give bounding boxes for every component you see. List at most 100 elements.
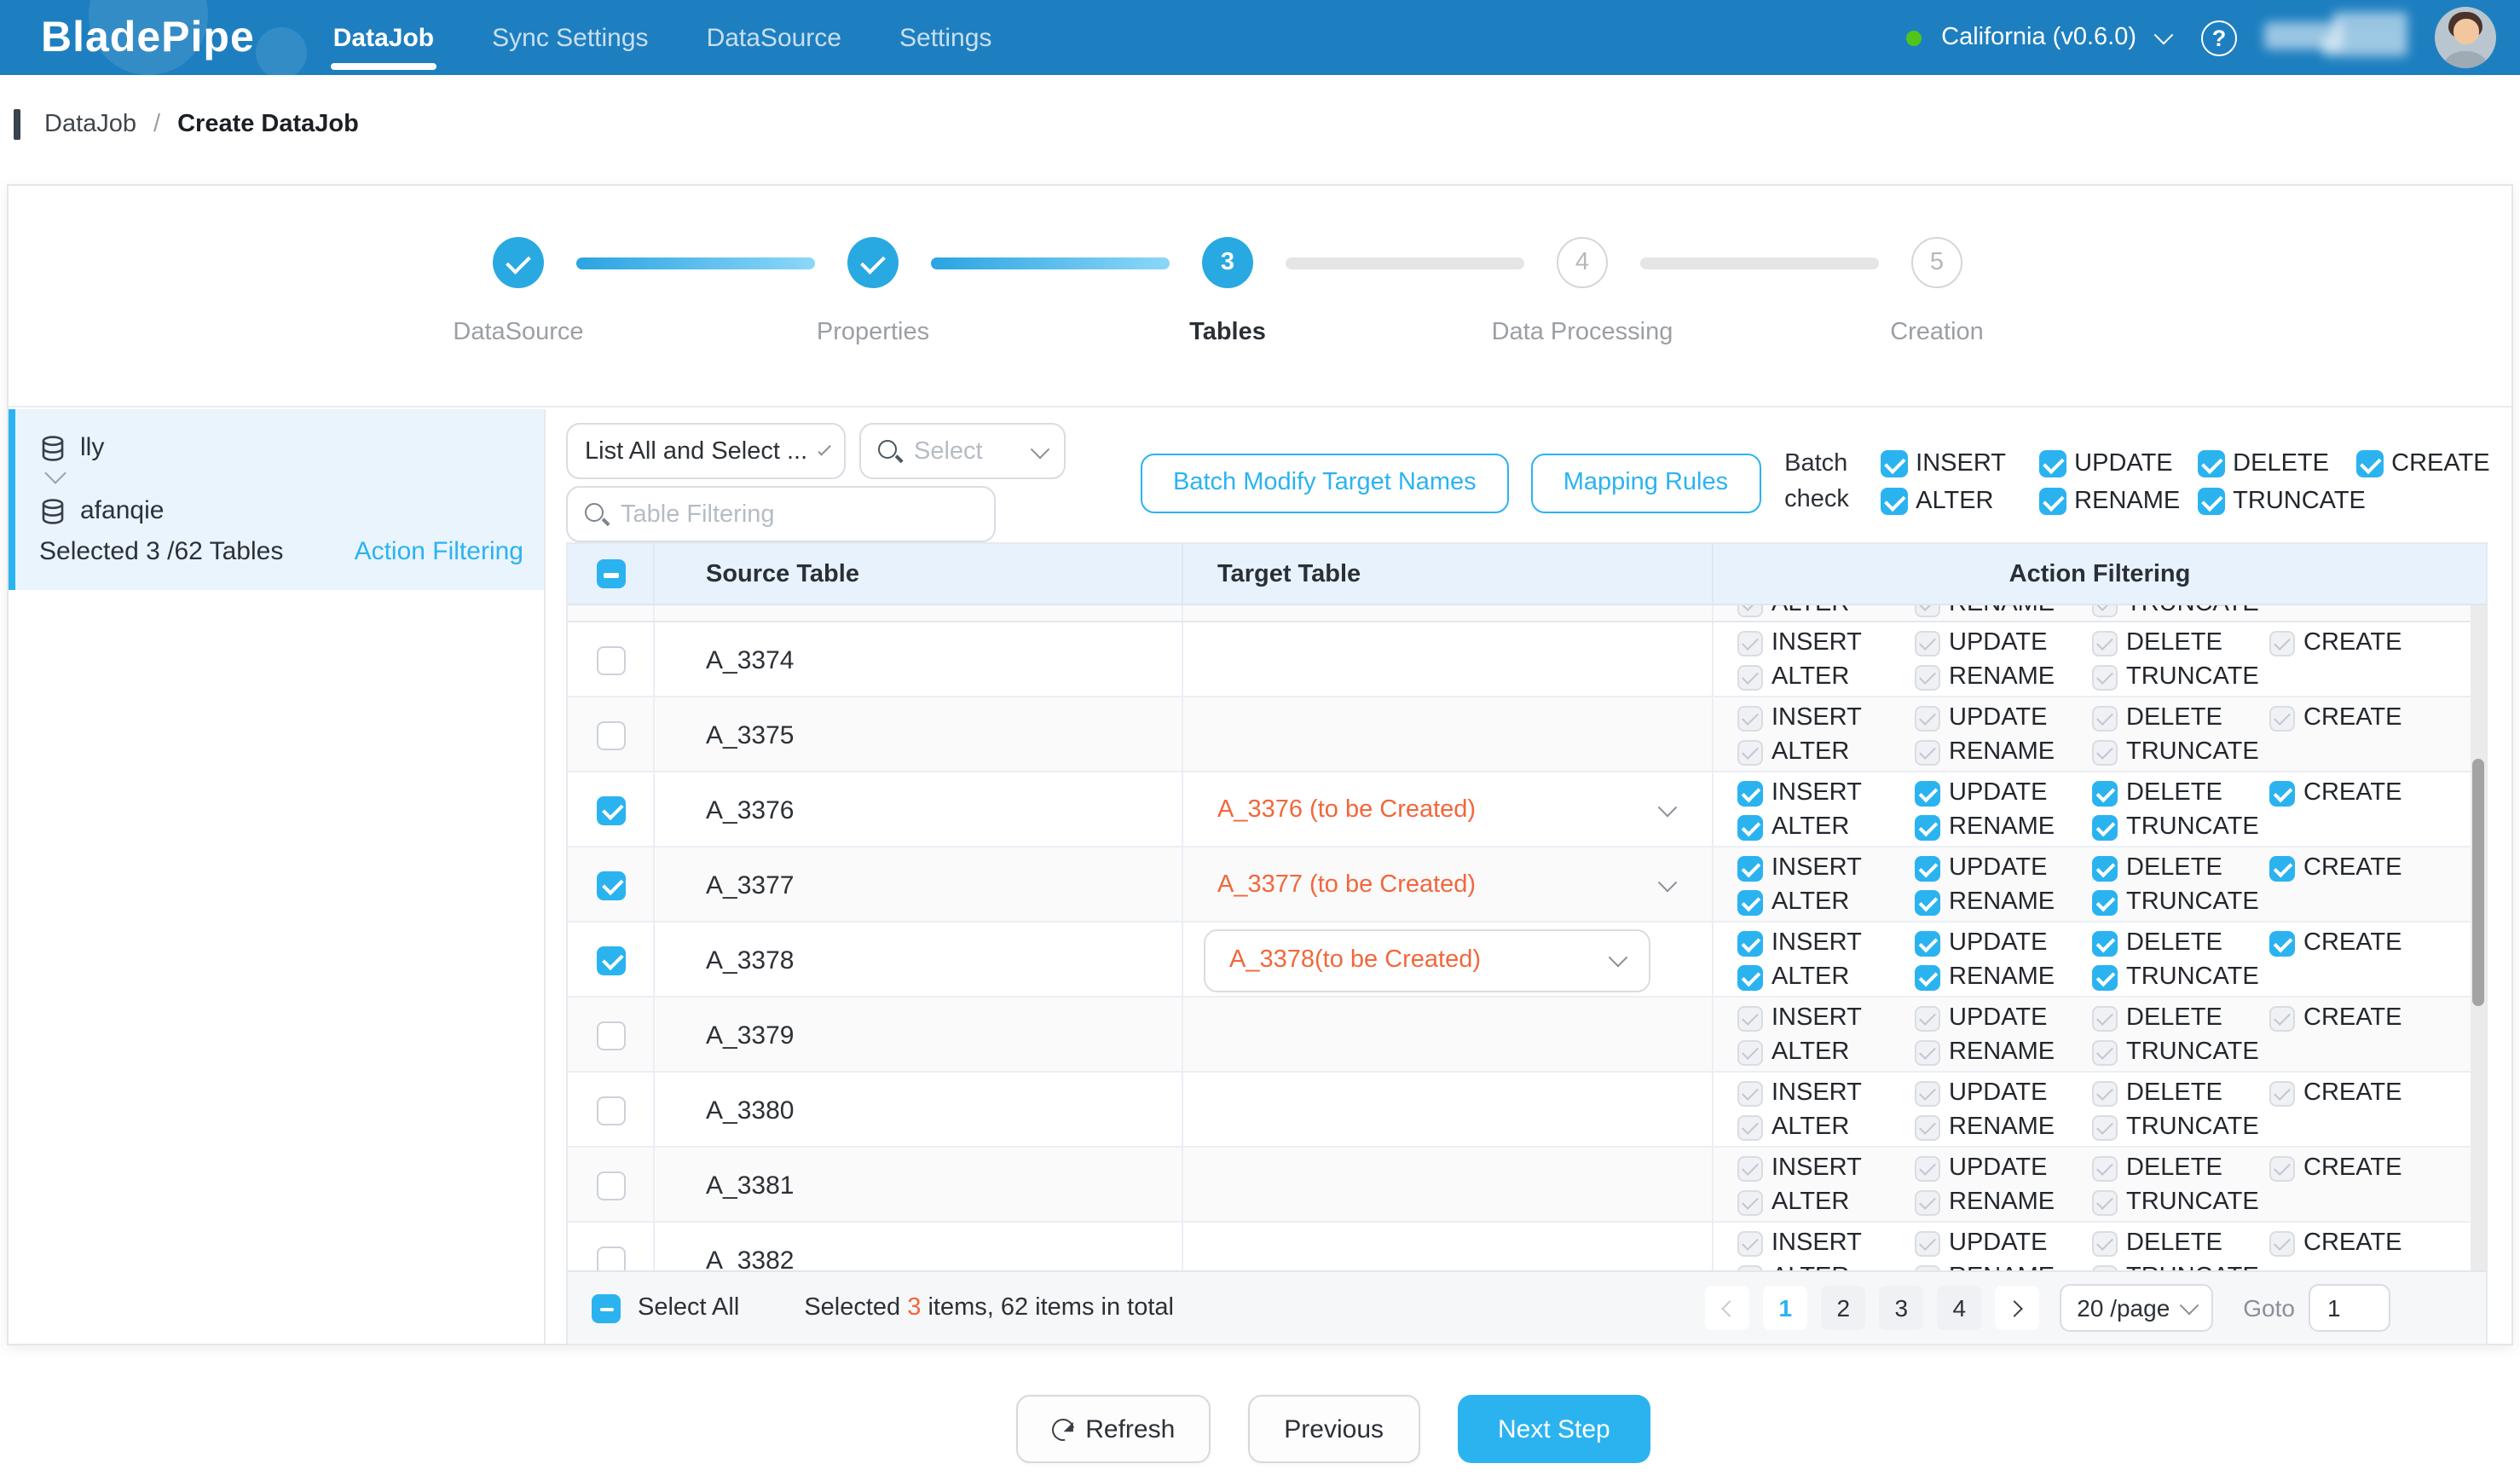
- row-action-rename[interactable]: RENAME: [1915, 963, 2092, 991]
- table-filter-input[interactable]: [621, 500, 977, 528]
- row-action-truncate[interactable]: TRUNCATE: [2092, 963, 2259, 991]
- row-action-delete[interactable]: DELETE: [2092, 854, 2269, 882]
- batch-action-alter[interactable]: ALTER: [1880, 488, 2038, 515]
- checkbox[interactable]: [2092, 889, 2118, 915]
- checkbox[interactable]: [1737, 780, 1763, 806]
- checkbox[interactable]: [1915, 855, 1940, 881]
- checkbox[interactable]: [1737, 814, 1763, 840]
- row-action-alter[interactable]: ALTER: [1737, 888, 1915, 916]
- page-button-4[interactable]: 4: [1937, 1286, 1981, 1330]
- checkbox[interactable]: [1915, 889, 1940, 915]
- avatar[interactable]: [2435, 7, 2496, 68]
- row-checkbox[interactable]: [596, 1171, 625, 1200]
- row-action-create[interactable]: CREATE: [2269, 854, 2402, 882]
- row-checkbox[interactable]: [596, 946, 625, 975]
- select-page-checkbox[interactable]: [596, 559, 625, 588]
- checkbox[interactable]: [1737, 930, 1763, 956]
- checkbox[interactable]: [2269, 930, 2295, 956]
- selection-summary-footer: Selected 3 items, 62 items in total: [804, 1294, 1174, 1322]
- checkbox[interactable]: [1880, 488, 1907, 515]
- checkbox[interactable]: [2269, 855, 2295, 881]
- checkbox[interactable]: [2092, 814, 2118, 840]
- checkbox[interactable]: [2092, 855, 2118, 881]
- row-action-create[interactable]: CREATE: [2269, 929, 2402, 957]
- batch-action-insert[interactable]: INSERT: [1880, 450, 2038, 477]
- page-button-1[interactable]: 1: [1763, 1286, 1807, 1330]
- checkbox[interactable]: [2197, 488, 2224, 515]
- row-action-update[interactable]: UPDATE: [1915, 779, 2092, 807]
- column-select[interactable]: Select: [859, 423, 1066, 479]
- row-checkbox[interactable]: [596, 871, 625, 899]
- target-table-select[interactable]: A_3376 (to be Created): [1183, 796, 1712, 824]
- row-action-alter[interactable]: ALTER: [1737, 813, 1915, 841]
- checkbox[interactable]: [1737, 855, 1763, 881]
- row-action-rename[interactable]: RENAME: [1915, 888, 2092, 916]
- row-action-delete[interactable]: DELETE: [2092, 929, 2269, 957]
- nav-item-datajob[interactable]: DataJob: [333, 0, 434, 75]
- checkbox[interactable]: [2092, 964, 2118, 990]
- row-action-update[interactable]: UPDATE: [1915, 854, 2092, 882]
- page-size-select[interactable]: 20 /page: [2060, 1284, 2212, 1332]
- schema-pair-item[interactable]: lly afanqie Selected 3 /62 Tables Acti: [9, 409, 544, 590]
- chevron-down-icon[interactable]: [2154, 26, 2174, 45]
- batch-action-update[interactable]: UPDATE: [2038, 450, 2197, 477]
- nav-item-datasource[interactable]: DataSource: [707, 0, 841, 75]
- batch-action-create[interactable]: CREATE: [2355, 450, 2490, 477]
- row-action-create[interactable]: CREATE: [2269, 779, 2402, 807]
- row-checkbox[interactable]: [596, 795, 625, 824]
- row-action-update[interactable]: UPDATE: [1915, 929, 2092, 957]
- page-button-2[interactable]: 2: [1821, 1286, 1865, 1330]
- row-action-alter[interactable]: ALTER: [1737, 963, 1915, 991]
- row-action-delete[interactable]: DELETE: [2092, 779, 2269, 807]
- checkbox[interactable]: [1915, 814, 1940, 840]
- batch-action-delete[interactable]: DELETE: [2197, 450, 2355, 477]
- target-table-select[interactable]: A_3378(to be Created): [1204, 928, 1650, 992]
- list-mode-select[interactable]: List All and Select ...: [566, 423, 846, 479]
- prev-page-button[interactable]: [1705, 1286, 1749, 1330]
- goto-page-input[interactable]: [2309, 1284, 2390, 1332]
- checkbox[interactable]: [1915, 964, 1940, 990]
- page-button-3[interactable]: 3: [1879, 1286, 1923, 1330]
- row-checkbox[interactable]: [596, 1096, 625, 1125]
- action-filtering-link[interactable]: Action Filtering: [355, 537, 523, 566]
- breadcrumb-section[interactable]: DataJob: [44, 111, 136, 138]
- row-action-rename[interactable]: RENAME: [1915, 813, 2092, 841]
- row-checkbox[interactable]: [596, 1021, 625, 1050]
- row-checkbox[interactable]: [596, 645, 625, 674]
- checkbox[interactable]: [2092, 780, 2118, 806]
- next-step-button[interactable]: Next Step: [1457, 1395, 1651, 1463]
- batch-action-rename[interactable]: RENAME: [2038, 488, 2197, 515]
- checkbox[interactable]: [2092, 930, 2118, 956]
- row-checkbox[interactable]: [596, 1246, 625, 1270]
- checkbox[interactable]: [1737, 964, 1763, 990]
- help-icon[interactable]: [2201, 20, 2237, 55]
- batch-action-truncate[interactable]: TRUNCATE: [2197, 488, 2366, 515]
- row-checkbox[interactable]: [596, 720, 625, 749]
- table-scrollbar-thumb[interactable]: [2472, 759, 2484, 1006]
- next-page-button[interactable]: [1995, 1286, 2039, 1330]
- previous-button[interactable]: Previous: [1248, 1395, 1419, 1463]
- batch-modify-target-names-button[interactable]: Batch Modify Target Names: [1141, 453, 1509, 512]
- mapping-rules-button[interactable]: Mapping Rules: [1531, 453, 1760, 512]
- row-action-truncate[interactable]: TRUNCATE: [2092, 813, 2259, 841]
- row-action-insert[interactable]: INSERT: [1737, 854, 1915, 882]
- nav-item-sync-settings[interactable]: Sync Settings: [492, 0, 648, 75]
- checkbox[interactable]: [2269, 780, 2295, 806]
- checkbox[interactable]: [1915, 930, 1940, 956]
- refresh-button[interactable]: Refresh: [1015, 1395, 1211, 1463]
- checkbox[interactable]: [1880, 450, 1907, 477]
- select-all-checkbox[interactable]: [592, 1293, 621, 1322]
- checkbox[interactable]: [2355, 450, 2383, 477]
- checkbox[interactable]: [1915, 780, 1940, 806]
- checkbox[interactable]: [2038, 488, 2066, 515]
- checkbox[interactable]: [2197, 450, 2224, 477]
- source-db-name: lly: [80, 433, 104, 462]
- target-table-select[interactable]: A_3377 (to be Created): [1183, 871, 1712, 899]
- row-action-truncate[interactable]: TRUNCATE: [2092, 888, 2259, 916]
- env-label[interactable]: California (v0.6.0): [1941, 24, 2136, 51]
- checkbox[interactable]: [2038, 450, 2066, 477]
- checkbox[interactable]: [1737, 889, 1763, 915]
- row-action-insert[interactable]: INSERT: [1737, 929, 1915, 957]
- row-action-insert[interactable]: INSERT: [1737, 779, 1915, 807]
- nav-item-settings[interactable]: Settings: [899, 0, 991, 75]
